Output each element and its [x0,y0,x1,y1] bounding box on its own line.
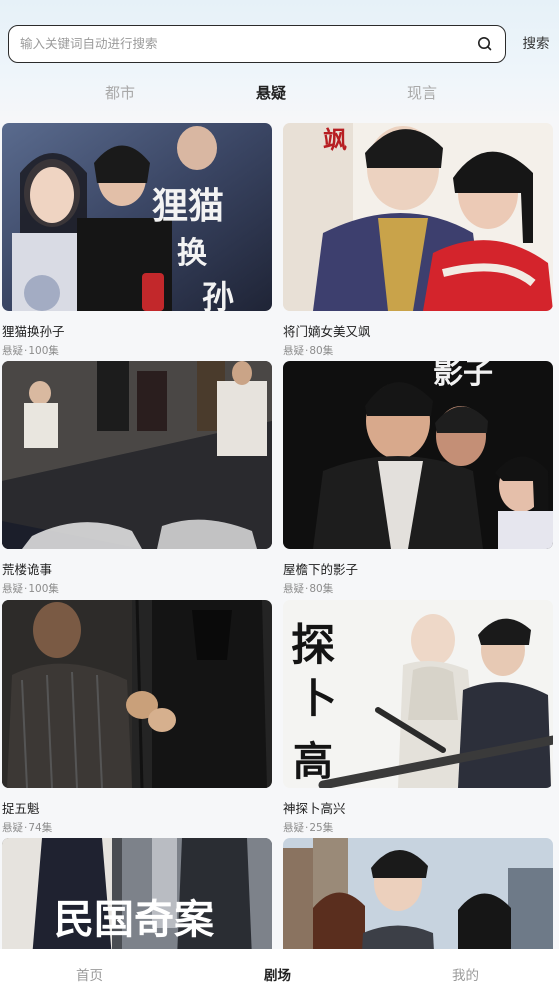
bottom-nav: 首页 剧场 我的 [0,949,559,993]
nav-profile[interactable]: 我的 [452,964,479,984]
drama-genre: 悬疑 [2,345,23,357]
category-tabs: 都市 悬疑 现言 [0,81,559,107]
drama-title: 捉五魁 [2,801,40,816]
drama-poster[interactable]: 探 卜 高 [283,600,553,788]
drama-meta: 悬疑·80集 [283,343,333,358]
nav-home[interactable]: 首页 [76,964,103,984]
drama-episodes: 100集 [28,345,59,357]
drama-genre: 悬疑 [283,583,304,595]
drama-genre: 悬疑 [283,822,304,834]
tab-romance[interactable]: 现言 [407,81,437,105]
search-box[interactable] [8,25,506,63]
drama-meta: 悬疑·100集 [2,343,59,358]
tab-suspense[interactable]: 悬疑 [256,81,286,105]
drama-poster[interactable] [2,361,272,549]
drama-meta: 悬疑·80集 [283,581,333,596]
drama-genre: 悬疑 [2,822,23,834]
drama-genre: 悬疑 [283,345,304,357]
poster-title-text: 民国奇案 [54,896,215,943]
drama-meta: 悬疑·74集 [2,820,52,835]
svg-text:换: 换 [177,236,208,271]
drama-title: 将门嫡女美又飒 [283,324,371,339]
drama-episodes: 80集 [309,345,334,357]
svg-text:孙: 孙 [202,278,234,311]
tab-urban[interactable]: 都市 [105,81,135,105]
drama-meta: 悬疑·100集 [2,581,59,596]
drama-poster[interactable]: 狸猫 换 孙 [2,123,272,311]
drama-episodes: 74集 [28,822,53,834]
search-bar: 搜索 [8,25,553,63]
svg-text:探: 探 [291,620,335,671]
drama-title: 神探卜高兴 [283,801,346,816]
drama-title: 荒楼诡事 [2,562,53,577]
drama-episodes: 100集 [28,583,59,595]
search-input[interactable] [20,26,460,61]
drama-meta: 悬疑·25集 [283,820,333,835]
svg-text:高: 高 [293,738,333,785]
svg-text:影子: 影子 [433,361,493,391]
drama-poster[interactable] [2,600,272,788]
drama-poster[interactable]: 飒 [283,123,553,311]
drama-title: 屋檐下的影子 [283,562,359,577]
search-icon[interactable] [477,36,493,52]
drama-title: 狸猫换孙子 [2,324,65,339]
drama-poster[interactable]: 影子 [283,361,553,549]
svg-text:狸猫: 狸猫 [152,185,224,227]
nav-theater[interactable]: 剧场 [264,964,291,984]
svg-text:卜: 卜 [297,675,337,722]
drama-episodes: 80集 [309,583,334,595]
search-button[interactable]: 搜索 [516,33,556,55]
drama-genre: 悬疑 [2,583,23,595]
drama-episodes: 25集 [309,822,334,834]
svg-text:飒: 飒 [323,125,347,154]
